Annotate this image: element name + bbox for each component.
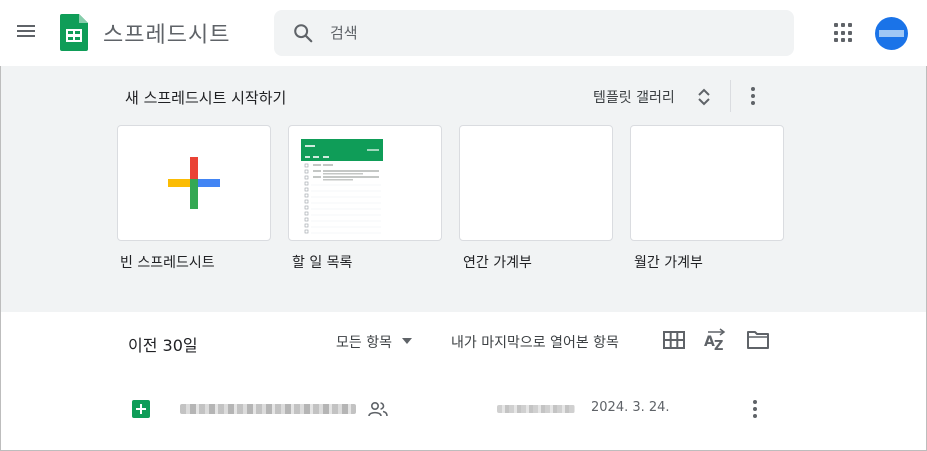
google-apps-grid-icon[interactable] (834, 23, 854, 43)
plus-icon (168, 157, 220, 209)
sort-order-button[interactable]: 내가 마지막으로 열어본 항목 (451, 332, 619, 352)
template-card-todo[interactable] (288, 125, 442, 241)
caret-down-icon[interactable] (402, 338, 412, 344)
shared-people-icon (368, 401, 388, 417)
recent-heading: 이전 30일 (128, 336, 198, 355)
divider (730, 80, 731, 112)
file-owner-redacted (497, 405, 575, 413)
app-title[interactable]: 스프레드시트 (103, 17, 230, 49)
file-date: 2024. 3. 24. (591, 400, 670, 415)
file-name-redacted[interactable] (180, 404, 356, 414)
search-box[interactable] (274, 10, 794, 56)
template-label-blank[interactable]: 빈 스프레드시트 (120, 252, 215, 272)
hamburger-menu-icon[interactable] (14, 22, 38, 42)
search-icon[interactable] (292, 22, 314, 44)
account-avatar[interactable] (875, 17, 908, 50)
unfold-more-icon[interactable] (694, 86, 714, 108)
sheets-file-icon (132, 400, 150, 418)
gallery-title: 새 스프레드시트 시작하기 (125, 89, 287, 107)
more-vert-icon[interactable] (743, 84, 763, 108)
top-app-bar: 스프레드시트 (0, 0, 927, 66)
search-input[interactable] (330, 10, 770, 56)
template-card-monthly-budget[interactable] (630, 125, 784, 241)
template-label-annual-budget[interactable]: 연간 가계부 (463, 252, 532, 272)
template-label-todo[interactable]: 할 일 목록 (292, 252, 352, 272)
todo-list-thumbnail (301, 139, 383, 234)
more-vert-icon[interactable] (745, 397, 765, 421)
template-label-monthly-budget[interactable]: 월간 가계부 (634, 252, 703, 272)
template-card-annual-budget[interactable] (459, 125, 613, 241)
template-gallery-section: 새 스프레드시트 시작하기 템플릿 갤러리 빈 스프레드시트 할 일 목록 연간… (1, 66, 926, 312)
sheets-logo-icon[interactable] (60, 14, 88, 51)
template-card-blank[interactable] (117, 125, 271, 241)
owner-filter-dropdown[interactable]: 모든 항목 (336, 332, 392, 352)
svg-text:Z: Z (714, 339, 723, 352)
template-gallery-button[interactable]: 템플릿 갤러리 (593, 87, 675, 107)
file-row[interactable]: 2024. 3. 24. (1, 385, 926, 433)
sort-az-icon[interactable]: A Z (704, 328, 728, 352)
grid-view-icon[interactable] (663, 331, 685, 349)
folder-icon[interactable] (746, 330, 770, 350)
